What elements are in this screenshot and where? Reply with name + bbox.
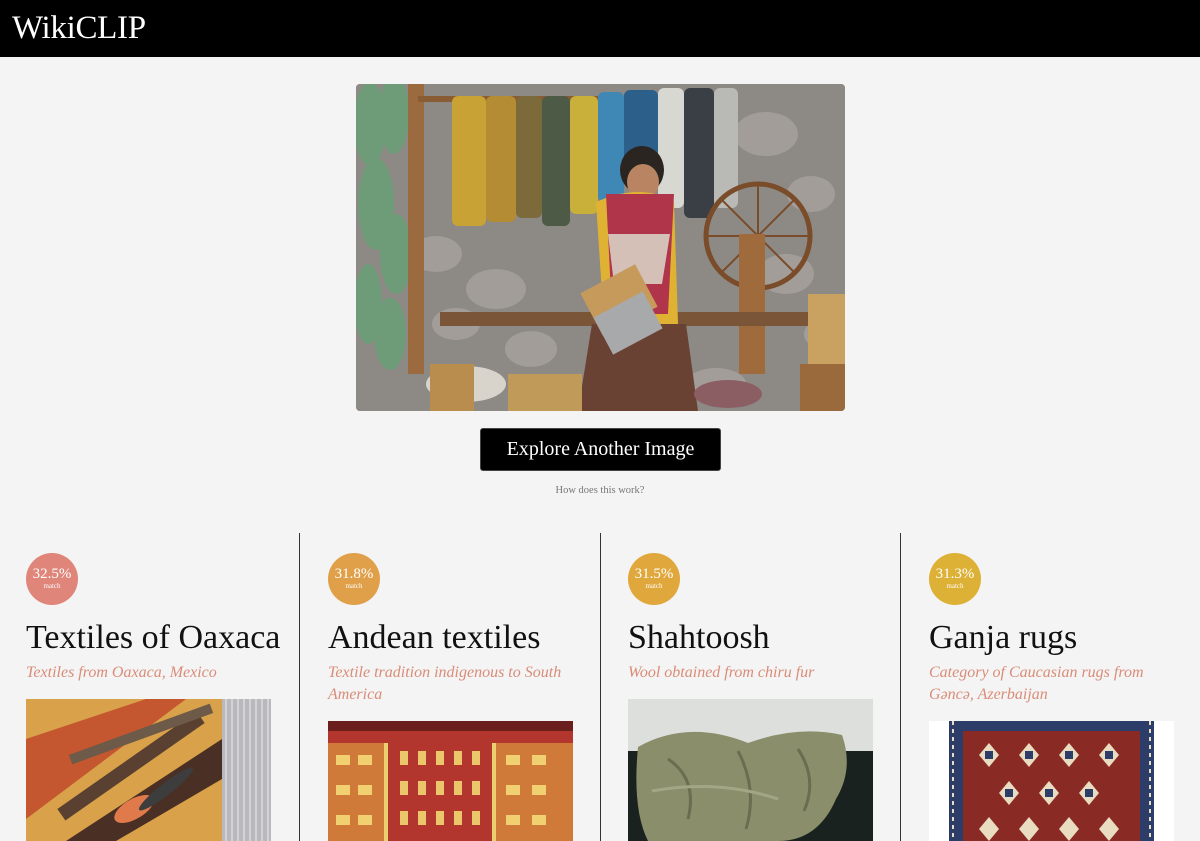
match-percent: 31.3% [935, 566, 975, 582]
top-bar: WikiCLIP [0, 0, 1200, 57]
result-description: Textile tradition indigenous to South Am… [328, 664, 562, 703]
shahtoosh-shawl-thumbnail [628, 699, 873, 841]
result-description: Category of Caucasian rugs from Gəncə, A… [929, 664, 1144, 703]
result-description: Wool obtained from chiru fur [628, 664, 815, 681]
result-thumbnail[interactable] [26, 699, 271, 841]
app-title[interactable]: WikiCLIP [12, 8, 146, 48]
result-thumbnail[interactable] [328, 721, 573, 841]
match-badge: 31.3% match [929, 553, 981, 605]
how-does-this-work-link[interactable]: How does this work? [500, 485, 700, 496]
match-label: match [345, 582, 363, 590]
result-thumbnail[interactable] [628, 699, 873, 841]
ganja-rug-thumbnail [929, 721, 1174, 841]
match-percent: 32.5% [32, 566, 72, 582]
match-percent: 31.8% [334, 566, 374, 582]
result-title[interactable]: Shahtoosh [628, 617, 770, 659]
result-card-ganja-rugs[interactable]: 31.3% match Ganja rugs Category of Cauca… [900, 533, 1200, 841]
match-badge: 32.5% match [26, 553, 78, 605]
result-description: Textiles from Oaxaca, Mexico [26, 664, 217, 681]
result-card-andean-textiles[interactable]: 31.8% match Andean textiles Textile trad… [299, 533, 599, 841]
result-card-textiles-of-oaxaca[interactable]: 32.5% match Textiles of Oaxaca Textiles … [0, 533, 300, 841]
hero-illustration [356, 84, 845, 411]
result-title[interactable]: Andean textiles [328, 617, 540, 659]
results-grid: 32.5% match Textiles of Oaxaca Textiles … [0, 533, 1200, 841]
match-percent: 31.5% [634, 566, 674, 582]
match-label: match [946, 582, 964, 590]
andean-textile-thumbnail [328, 721, 573, 841]
result-title[interactable]: Ganja rugs [929, 617, 1077, 659]
loom-weaving-thumbnail [26, 699, 271, 841]
match-label: match [645, 582, 663, 590]
match-label: match [43, 582, 61, 590]
match-badge: 31.8% match [328, 553, 380, 605]
match-badge: 31.5% match [628, 553, 680, 605]
hero-image [356, 84, 845, 411]
result-card-shahtoosh[interactable]: 31.5% match Shahtoosh Wool obtained from… [600, 533, 900, 841]
explore-another-image-button[interactable]: Explore Another Image [480, 428, 721, 471]
result-thumbnail[interactable] [929, 721, 1174, 841]
result-title[interactable]: Textiles of Oaxaca [26, 617, 280, 659]
